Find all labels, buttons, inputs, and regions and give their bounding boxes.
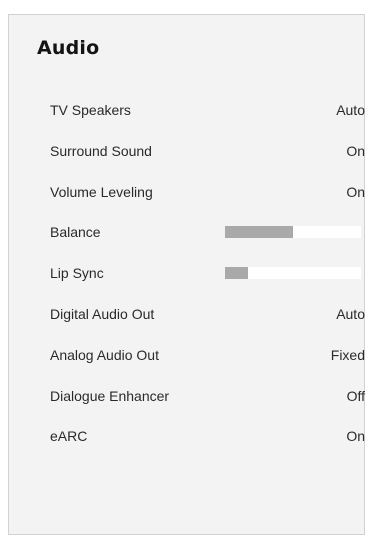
setting-row-earc[interactable]: eARC On [50,422,365,463]
setting-value: On [346,428,365,445]
setting-row-analog-audio-out[interactable]: Analog Audio Out Fixed [50,341,365,382]
setting-row-digital-audio-out[interactable]: Digital Audio Out Auto [50,300,365,341]
setting-label: Dialogue Enhancer [50,387,170,404]
setting-label: Volume Leveling [50,183,153,200]
settings-list: TV Speakers Auto Surround Sound On Volum… [50,96,365,463]
setting-label: Balance [50,224,101,241]
setting-row-lip-sync[interactable]: Lip Sync [50,259,365,300]
setting-value: Auto [336,102,365,118]
setting-label: Lip Sync [50,265,104,282]
setting-row-tv-speakers[interactable]: TV Speakers Auto [50,96,365,137]
setting-row-dialogue-enhancer[interactable]: Dialogue Enhancer Off [50,382,365,423]
lip-sync-slider[interactable] [225,267,361,280]
setting-label: Analog Audio Out [50,346,159,363]
setting-label: eARC [50,428,88,445]
setting-value: On [346,142,365,159]
panel-title: Audio [37,37,100,59]
setting-label: Surround Sound [50,142,152,159]
setting-label: TV Speakers [50,102,131,118]
audio-settings-panel: Audio TV Speakers Auto Surround Sound On… [8,14,365,535]
setting-label: Digital Audio Out [50,305,155,322]
setting-value: Fixed [330,346,365,363]
setting-row-surround-sound[interactable]: Surround Sound On [50,137,365,178]
balance-slider-fill [225,226,293,239]
setting-row-balance[interactable]: Balance [50,218,365,259]
setting-value: On [346,183,365,200]
balance-slider[interactable] [225,226,361,239]
setting-value: Off [346,387,365,404]
lip-sync-slider-fill [225,267,249,280]
setting-row-volume-leveling[interactable]: Volume Leveling On [50,178,365,219]
setting-value: Auto [336,305,365,322]
